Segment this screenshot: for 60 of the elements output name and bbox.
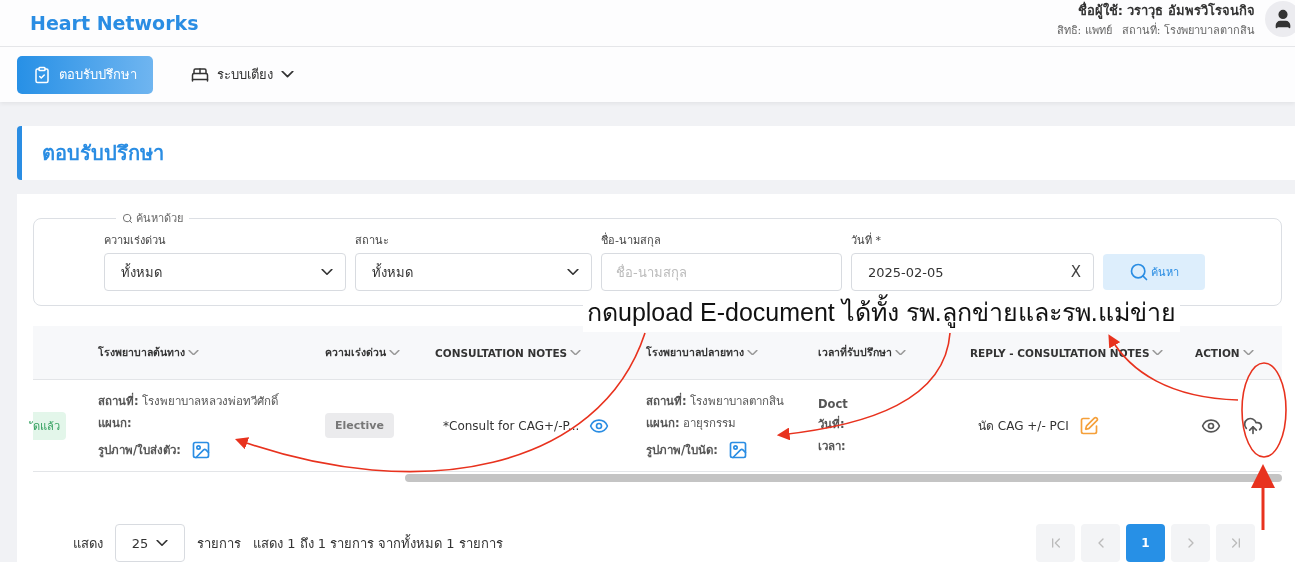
image-icon[interactable] bbox=[727, 439, 748, 460]
chevron-icon bbox=[747, 349, 758, 356]
edit-icon[interactable] bbox=[1078, 415, 1099, 436]
annotation-arrow bbox=[1251, 464, 1275, 530]
annotation-text: กดupload E-document ได้ทั้ง รพ.ลูกข่ายและรพ.แม่ข่าย bbox=[583, 292, 1180, 332]
attachment-label: รูปภาพ/ใบส่งตัว: bbox=[98, 441, 181, 459]
field-label: วันที่ * bbox=[851, 231, 882, 249]
location-text: สถานที่: โรงพยาบาลตากสิน bbox=[646, 391, 786, 410]
chevron-icon bbox=[1242, 349, 1254, 356]
page-size-select[interactable]: 25 bbox=[115, 524, 185, 562]
name-input[interactable]: ชื่อ-นามสกุล bbox=[601, 253, 842, 291]
note-text: *Consult for CAG+/-P... bbox=[443, 418, 580, 433]
column-header[interactable]: โรงพยาบาลต้นทาง bbox=[88, 344, 315, 361]
chevron-icon bbox=[1152, 349, 1164, 356]
page-title: ตอบรับปรึกษา bbox=[42, 140, 164, 167]
unit-label: รายการ bbox=[197, 534, 241, 553]
location-text: สถานที่: โรงพยาบาลหลวงพ่อทวีศักดิ์ bbox=[98, 391, 280, 410]
chevron-icon bbox=[156, 540, 169, 546]
column-header[interactable]: ACTION bbox=[1185, 346, 1282, 359]
user-name: ชื่อผู้ใช้: วราวุธ อัมพรวิโรจนกิจ bbox=[1077, 0, 1255, 21]
time-label: เวลา: bbox=[818, 437, 847, 455]
chevron-icon bbox=[321, 269, 333, 275]
chevron-icon bbox=[389, 349, 400, 356]
column-header[interactable]: โรงพยาบาลปลายทาง bbox=[636, 344, 808, 361]
image-icon[interactable] bbox=[190, 439, 211, 460]
chevron-icon bbox=[895, 349, 906, 356]
reply-text: นัด CAG +/- PCI bbox=[978, 418, 1069, 435]
attachment-label: รูปภาพ/ใบนัด: bbox=[646, 441, 718, 459]
department-text: แผนก: bbox=[98, 414, 133, 432]
brand-logo: Heart Networks bbox=[30, 12, 199, 35]
clipboard-icon bbox=[33, 65, 51, 84]
date-field[interactable]: 2025-02-05 X bbox=[851, 253, 1094, 291]
doctor-text: Doct bbox=[818, 396, 849, 411]
field-label: ชื่อ-นามสกุล bbox=[601, 231, 662, 249]
chevron-icon bbox=[570, 349, 582, 356]
scrollbar[interactable] bbox=[405, 474, 1282, 482]
column-header[interactable]: ความเร่งด่วน bbox=[315, 344, 425, 361]
search-icon bbox=[122, 212, 133, 224]
column-header[interactable]: เวลาที่รับปรึกษา bbox=[808, 344, 960, 361]
upload-icon[interactable] bbox=[1243, 415, 1263, 436]
department-text: แผนก: อายุรกรรม bbox=[646, 414, 738, 432]
chevron-icon bbox=[567, 269, 579, 275]
select-field[interactable]: ทั้งหมด bbox=[355, 253, 592, 291]
summary-text: แสดง 1 ถึง 1 รายการ จากทั้งหมด 1 รายการ bbox=[253, 533, 503, 553]
field-label: ความเร่งด่วน bbox=[104, 233, 167, 249]
date-label: วันที่: bbox=[818, 414, 846, 433]
urgency-tag: Elective bbox=[325, 413, 394, 438]
chevron-icon bbox=[188, 349, 199, 356]
user-role: สิทธิ: แพทย์ bbox=[1056, 22, 1112, 39]
clear-button[interactable]: X bbox=[1070, 263, 1081, 281]
avatar-icon[interactable] bbox=[1265, 1, 1295, 38]
bed-icon bbox=[191, 65, 209, 84]
search-icon bbox=[1129, 262, 1149, 282]
column-header[interactable]: CONSULTATION NOTES bbox=[425, 346, 636, 359]
field-label: สถานะ bbox=[355, 233, 390, 249]
show-label: แสดง bbox=[73, 534, 103, 553]
legend-text: ค้นหาด้วย bbox=[136, 211, 183, 227]
nav-tab[interactable]: ระบบเตียง bbox=[175, 55, 310, 94]
select-field[interactable]: ทั้งหมด bbox=[104, 253, 346, 291]
user-location: สถานที่: โรงพยาบาลตากสิน bbox=[1121, 21, 1255, 39]
